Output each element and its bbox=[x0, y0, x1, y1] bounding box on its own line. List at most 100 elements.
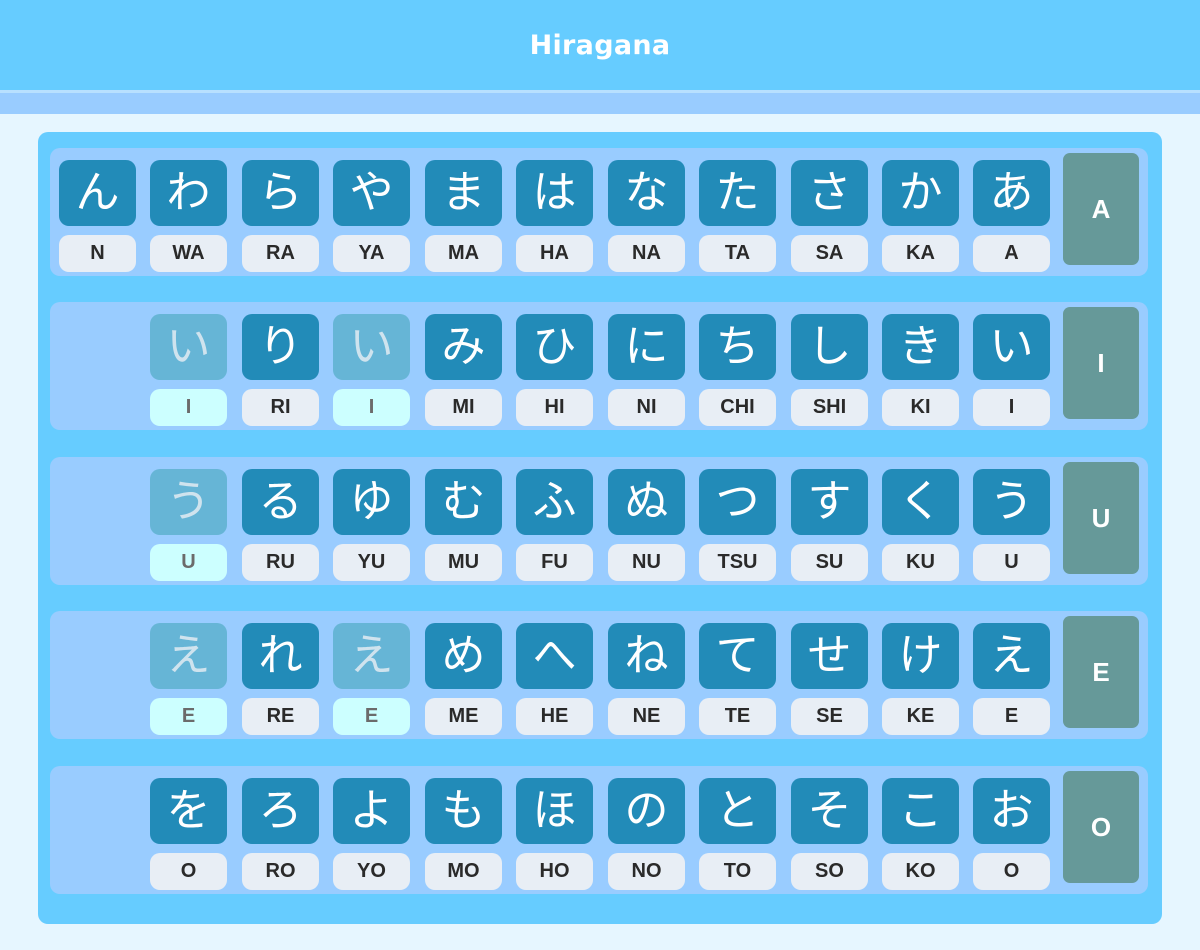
romaji-label: NU bbox=[608, 544, 685, 581]
romaji-label: ME bbox=[425, 698, 502, 735]
romaji-label: NE bbox=[608, 698, 685, 735]
kana-character[interactable]: み bbox=[425, 314, 502, 380]
kana-character[interactable]: ち bbox=[699, 314, 776, 380]
vowel-label-o[interactable]: O bbox=[1063, 771, 1139, 883]
kana-character[interactable]: ね bbox=[608, 623, 685, 689]
vowel-label-i[interactable]: I bbox=[1063, 307, 1139, 419]
kana-character[interactable]: や bbox=[333, 160, 410, 226]
romaji-label: RA bbox=[242, 235, 319, 272]
kana-character[interactable]: つ bbox=[699, 469, 776, 535]
kana-character[interactable]: え bbox=[150, 623, 227, 689]
romaji-label: SE bbox=[791, 698, 868, 735]
vowel-label-a[interactable]: A bbox=[1063, 153, 1139, 265]
vowel-label-u[interactable]: U bbox=[1063, 462, 1139, 574]
kana-character[interactable]: い bbox=[973, 314, 1050, 380]
kana-character[interactable]: に bbox=[608, 314, 685, 380]
romaji-label: MI bbox=[425, 389, 502, 426]
kana-character[interactable]: な bbox=[608, 160, 685, 226]
kana-character[interactable]: か bbox=[882, 160, 959, 226]
kana-character[interactable]: ん bbox=[59, 160, 136, 226]
kana-character[interactable]: は bbox=[516, 160, 593, 226]
kana-character[interactable]: ひ bbox=[516, 314, 593, 380]
romaji-label: O bbox=[973, 853, 1050, 890]
romaji-label: KI bbox=[882, 389, 959, 426]
romaji-label: KA bbox=[882, 235, 959, 272]
romaji-label: SA bbox=[791, 235, 868, 272]
kana-character[interactable]: も bbox=[425, 778, 502, 844]
romaji-label: I bbox=[333, 389, 410, 426]
kana-character[interactable]: ら bbox=[242, 160, 319, 226]
romaji-label: FU bbox=[516, 544, 593, 581]
kana-character[interactable]: ぬ bbox=[608, 469, 685, 535]
kana-character[interactable]: い bbox=[150, 314, 227, 380]
romaji-label: HE bbox=[516, 698, 593, 735]
romaji-label: YU bbox=[333, 544, 410, 581]
kana-character[interactable]: れ bbox=[242, 623, 319, 689]
kana-row-e: え E れ RE え E め ME へ HE ね NE て TE せ SE け KE え E E bbox=[50, 611, 1148, 739]
kana-character[interactable]: け bbox=[882, 623, 959, 689]
kana-character[interactable]: へ bbox=[516, 623, 593, 689]
kana-character[interactable]: そ bbox=[791, 778, 868, 844]
romaji-label: HO bbox=[516, 853, 593, 890]
romaji-label: RE bbox=[242, 698, 319, 735]
kana-character[interactable]: あ bbox=[973, 160, 1050, 226]
kana-character[interactable]: た bbox=[699, 160, 776, 226]
kana-character[interactable]: て bbox=[699, 623, 776, 689]
romaji-label: E bbox=[150, 698, 227, 735]
romaji-label: CHI bbox=[699, 389, 776, 426]
kana-character[interactable]: く bbox=[882, 469, 959, 535]
romaji-label: E bbox=[333, 698, 410, 735]
romaji-label: YA bbox=[333, 235, 410, 272]
romaji-label: TE bbox=[699, 698, 776, 735]
kana-character[interactable]: む bbox=[425, 469, 502, 535]
romaji-label: SHI bbox=[791, 389, 868, 426]
kana-row-i: い I り RI い I み MI ひ HI に NI ち CHI し SHI き KI い I I bbox=[50, 302, 1148, 430]
romaji-label: HA bbox=[516, 235, 593, 272]
romaji-label: MA bbox=[425, 235, 502, 272]
kana-character[interactable]: よ bbox=[333, 778, 410, 844]
kana-character[interactable]: を bbox=[150, 778, 227, 844]
kana-character[interactable]: え bbox=[333, 623, 410, 689]
romaji-label: I bbox=[973, 389, 1050, 426]
romaji-label: U bbox=[973, 544, 1050, 581]
kana-character[interactable]: り bbox=[242, 314, 319, 380]
kana-character[interactable]: ろ bbox=[242, 778, 319, 844]
kana-character[interactable]: の bbox=[608, 778, 685, 844]
romaji-label: KO bbox=[882, 853, 959, 890]
kana-character[interactable]: う bbox=[150, 469, 227, 535]
romaji-label: N bbox=[59, 235, 136, 272]
kana-character[interactable]: る bbox=[242, 469, 319, 535]
kana-character[interactable]: き bbox=[882, 314, 959, 380]
romaji-label: NA bbox=[608, 235, 685, 272]
kana-character[interactable]: ふ bbox=[516, 469, 593, 535]
kana-character[interactable]: し bbox=[791, 314, 868, 380]
kana-character[interactable]: お bbox=[973, 778, 1050, 844]
kana-character[interactable]: い bbox=[333, 314, 410, 380]
kana-character[interactable]: ま bbox=[425, 160, 502, 226]
romaji-label: YO bbox=[333, 853, 410, 890]
vowel-label-e[interactable]: E bbox=[1063, 616, 1139, 728]
romaji-label: RU bbox=[242, 544, 319, 581]
header-bar: Hiragana bbox=[0, 0, 1200, 90]
kana-character[interactable]: め bbox=[425, 623, 502, 689]
kana-character[interactable]: ほ bbox=[516, 778, 593, 844]
kana-character[interactable]: す bbox=[791, 469, 868, 535]
kana-character[interactable]: こ bbox=[882, 778, 959, 844]
kana-character[interactable]: え bbox=[973, 623, 1050, 689]
kana-character[interactable]: ゆ bbox=[333, 469, 410, 535]
romaji-label: MU bbox=[425, 544, 502, 581]
kana-character[interactable]: う bbox=[973, 469, 1050, 535]
kana-row-u: う U る RU ゆ YU む MU ふ FU ぬ NU つ TSU す SU く KU う U U bbox=[50, 457, 1148, 585]
hiragana-chart-panel: ん N わ WA ら RA や YA ま MA は HA な NA た TA さ SA か KA あ A A い I り RI い I み… bbox=[38, 132, 1162, 924]
romaji-label: NI bbox=[608, 389, 685, 426]
romaji-label: SU bbox=[791, 544, 868, 581]
sub-bar bbox=[0, 90, 1200, 114]
page-title: Hiragana bbox=[529, 29, 671, 61]
romaji-label: TA bbox=[699, 235, 776, 272]
kana-character[interactable]: と bbox=[699, 778, 776, 844]
kana-character[interactable]: わ bbox=[150, 160, 227, 226]
romaji-label: O bbox=[150, 853, 227, 890]
kana-character[interactable]: さ bbox=[791, 160, 868, 226]
kana-row-o: を O ろ RO よ YO も MO ほ HO の NO と TO そ SO こ KO お O O bbox=[50, 766, 1148, 894]
kana-character[interactable]: せ bbox=[791, 623, 868, 689]
